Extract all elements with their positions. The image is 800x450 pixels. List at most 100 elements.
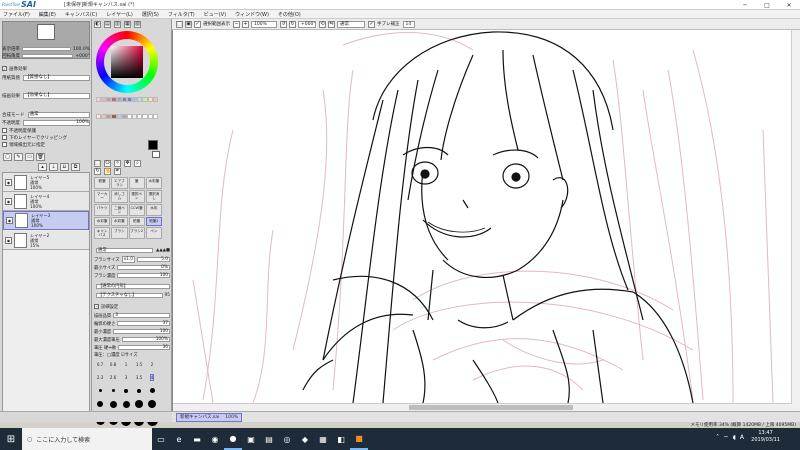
color-wheel-tab[interactable]: ◐ [94, 21, 101, 28]
brush-preset-dot[interactable] [137, 388, 141, 393]
app-icon[interactable]: ◎ [278, 428, 296, 450]
brush-texture-select[interactable]: 【テクスチャなし】 [96, 293, 163, 298]
volume-icon[interactable]: ◖ [733, 434, 736, 442]
pressure-slider[interactable]: 36 [118, 345, 170, 350]
merge-down-icon[interactable]: ⇊ [60, 163, 69, 171]
transfer-icon[interactable]: ⇣ [49, 163, 58, 171]
menu-select[interactable]: 選択(S) [142, 11, 159, 18]
task-view-icon[interactable]: ▭ [152, 428, 170, 450]
stabilizer-checkbox[interactable]: ✓ [368, 20, 375, 28]
color-wheel[interactable] [96, 31, 158, 93]
swatch[interactable] [152, 97, 158, 102]
tool-marker[interactable]: マーカー [94, 190, 111, 203]
tool-pencil[interactable]: 鉛筆 [94, 177, 111, 190]
tool-pencil-2[interactable]: 鉛筆 [128, 217, 145, 226]
tool-watercolor-2[interactable]: 水彩 [145, 203, 162, 217]
detail-header[interactable]: − 詳細設定 [94, 303, 170, 310]
angle-slider[interactable] [22, 54, 74, 58]
blend-select[interactable]: 通常 [27, 111, 90, 118]
tool-brush[interactable]: 筆 [128, 177, 145, 190]
swatch[interactable] [152, 114, 158, 119]
app-icon[interactable]: ◆ [296, 428, 314, 450]
new-vector-layer-icon[interactable]: ✎ [14, 153, 23, 161]
tool-binary-pen[interactable]: 二値ペン [111, 203, 128, 217]
zoom-field[interactable]: 100% [251, 20, 277, 28]
tip-shape-icons[interactable]: ▲▲▲■ [156, 248, 170, 253]
rotate-left-icon[interactable]: ↺ [280, 20, 287, 28]
texture-strength[interactable]: 95 [165, 293, 170, 298]
tool-watercolor-3[interactable]: 水彩筆 [94, 217, 111, 226]
brush-preset-dot[interactable] [122, 400, 130, 408]
new-folder-icon[interactable]: ▭ [25, 153, 34, 161]
eye-icon[interactable]: ◉ [5, 197, 12, 205]
taskbar-clock[interactable]: 13:47 2019/03/11 [751, 430, 780, 444]
hsv-slider-tab[interactable]: ▥ [114, 21, 121, 28]
magic-wand-icon[interactable]: ✧ [114, 160, 121, 167]
chrome-icon[interactable]: ◉ [206, 428, 224, 450]
checkbox[interactable] [2, 142, 7, 147]
foreground-color[interactable] [148, 140, 158, 150]
delete-layer-icon[interactable]: 🗑 [36, 153, 45, 161]
brush-preset-dot[interactable] [97, 401, 103, 407]
tool-pencil-3[interactable]: 鉛筆2 [145, 217, 162, 226]
scroll-up-icon[interactable]: ▴ [38, 163, 47, 171]
swatch-tab[interactable]: ▦ [124, 21, 131, 28]
zoom-slider[interactable] [22, 47, 71, 51]
canvas-workspace[interactable] [172, 30, 800, 411]
brush-preset-dot[interactable] [124, 388, 128, 393]
rect-select-icon[interactable]: ⬚ [94, 160, 101, 167]
network-icon[interactable]: ⌔ [723, 434, 729, 442]
maximize-button[interactable]: □ [756, 0, 778, 10]
brush-preset-dot[interactable] [109, 400, 117, 408]
tool-select-erase[interactable]: 選択消し [145, 190, 162, 203]
edge-icon[interactable]: e [170, 428, 188, 450]
app-icon[interactable]: ▣ [242, 428, 260, 450]
brush-size-multiplier[interactable]: x1.0 [121, 256, 135, 263]
app-icon[interactable]: ▤ [260, 428, 278, 450]
ime-icon[interactable]: A [740, 434, 744, 442]
saturation-value-picker[interactable] [111, 46, 143, 78]
flip-icon[interactable]: ⇋ [328, 20, 335, 28]
layer-item-2[interactable]: ◉ レイヤー2 通常 15% [3, 231, 89, 250]
max-pressure-slider[interactable]: 100% [121, 337, 170, 342]
new-layer-icon[interactable]: ▢ [3, 153, 12, 161]
image-effects-header[interactable]: ✓ 画像効果 [2, 65, 90, 72]
horizontal-scrollbar[interactable] [173, 403, 792, 411]
tool-ccw-brush[interactable]: CCW筆 [128, 203, 145, 217]
brush-preset-label[interactable]: 1.5 [136, 362, 142, 367]
menu-view[interactable]: ビュー(V) [204, 11, 226, 18]
tool-airbrush[interactable]: エアブラシ [111, 177, 128, 190]
tool-watercolor[interactable]: 水彩筆 [145, 177, 162, 190]
tool-pen[interactable]: ペン [145, 226, 162, 239]
illustrator-icon[interactable]: ■ [350, 428, 368, 450]
menu-window[interactable]: ウィンドウ(W) [235, 11, 269, 18]
brush-preset-label[interactable]: 0.7 [97, 362, 103, 367]
expand-checkbox[interactable]: ✓ [2, 66, 7, 71]
menu-file[interactable]: ファイル(F) [3, 11, 30, 18]
rgb-slider-tab[interactable]: ▤ [104, 21, 111, 28]
option-source[interactable]: 領域検出元に指定 [2, 141, 90, 148]
min-size-slider[interactable]: 0% [117, 265, 170, 270]
eye-icon[interactable]: ◉ [5, 178, 12, 186]
rotate-right-icon[interactable]: ↻ [289, 20, 296, 28]
zoom-out-icon[interactable]: − [233, 20, 240, 28]
brush-preset-dot[interactable] [135, 400, 143, 408]
hand-icon[interactable]: ✋ [104, 168, 111, 175]
brush-preset-label[interactable]: 2 [151, 362, 154, 367]
tool-bucket[interactable]: バケツ [94, 203, 111, 217]
brush-preset-label[interactable]: 2.3 [97, 375, 103, 380]
lasso-icon[interactable]: ⵔ [104, 160, 111, 167]
tool-brush-3[interactable]: ブラシ2 [128, 226, 145, 239]
rotate-icon[interactable]: ↻ [94, 168, 101, 175]
stabilizer-field[interactable]: 14 [402, 20, 415, 28]
option-clipping[interactable]: 下のレイヤーでクリッピング [2, 134, 90, 141]
angle-field[interactable]: +000° [298, 20, 316, 28]
eye-icon[interactable]: ◉ [6, 217, 13, 224]
tool-eraser[interactable]: 消しゴム [111, 190, 128, 203]
brush-preset-label[interactable]: 3.5 [136, 375, 142, 380]
reset-rotation-icon[interactable]: ⟲ [319, 20, 326, 28]
menu-canvas[interactable]: キャンバス(C) [65, 11, 97, 18]
brush-preset-label[interactable]: 1 [125, 362, 128, 367]
scroll-thumb[interactable] [409, 405, 573, 410]
brush-size-slider[interactable]: 5.0 [136, 257, 170, 262]
